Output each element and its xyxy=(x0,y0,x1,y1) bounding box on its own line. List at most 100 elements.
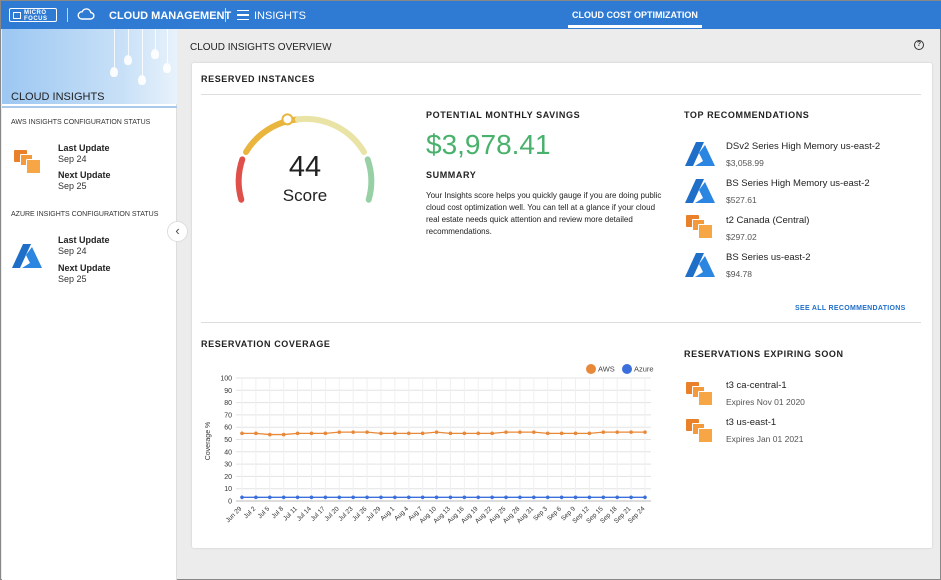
aws-last-update-label: Last Update xyxy=(58,143,110,153)
data-point xyxy=(365,495,369,500)
app-name[interactable]: CLOUD MANAGEMENT xyxy=(109,10,231,22)
x-tick-label: Jun 29 xyxy=(225,505,244,524)
x-tick-label: Jul 29 xyxy=(365,505,382,522)
y-tick-label: 30 xyxy=(224,462,232,469)
potential-savings-value: $3,978.41 xyxy=(426,129,551,160)
data-point xyxy=(629,430,633,434)
x-axis-ticks: Jun 29 Jul 2 Jul 5 Jul 8Jul 11Jul 14Jul 17J… xyxy=(225,505,647,525)
gauge-light-segment xyxy=(294,115,367,155)
aws-status-title: AWS INSIGHTS CONFIGURATION STATUS xyxy=(11,119,151,126)
data-point xyxy=(629,495,633,500)
data-point xyxy=(420,431,425,436)
recommendation-name[interactable]: DSv2 Series High Memory us-east-2 xyxy=(726,141,880,152)
collapse-sidebar-button[interactable]: ‹ xyxy=(167,221,188,242)
data-point xyxy=(532,495,536,500)
y-tick-label: 40 xyxy=(224,449,232,456)
expiring-item-name[interactable]: t3 ca-central-1 xyxy=(726,380,787,391)
y-tick-label: 20 xyxy=(224,474,232,481)
data-point xyxy=(393,431,397,436)
top-recommendations-title: TOP RECOMMENDATIONS xyxy=(684,110,810,120)
nav-insights[interactable]: INSIGHTS xyxy=(254,10,306,22)
reservation-coverage-title: RESERVATION COVERAGE xyxy=(201,339,331,349)
chevron-left-icon: ‹ xyxy=(175,223,180,238)
data-point xyxy=(323,431,328,436)
data-point xyxy=(587,495,592,500)
top-bar: MICRO FOCUS CLOUD MANAGEMENT INSIGHTS CL… xyxy=(1,1,941,29)
potential-savings-title: POTENTIAL MONTHLY SAVINGS xyxy=(426,110,581,120)
aws-next-update-value: Sep 25 xyxy=(58,181,87,191)
legend-marker xyxy=(622,364,632,374)
recommendation-name[interactable]: t2 Canada (Central) xyxy=(726,215,809,226)
data-point xyxy=(240,431,244,436)
data-point xyxy=(267,495,272,500)
question-circle-icon[interactable]: ? xyxy=(914,40,924,50)
section-divider xyxy=(201,322,921,323)
aws-boxes-icon xyxy=(686,215,716,241)
chart-grid xyxy=(236,377,651,502)
data-point xyxy=(448,431,453,436)
expiring-item-date: Expires Nov 01 2020 xyxy=(726,397,805,407)
chart-legend[interactable]: AWS Azure xyxy=(586,364,654,374)
score-value: 44 xyxy=(288,151,322,183)
x-tick-label: Jul 2 xyxy=(243,505,258,520)
data-point xyxy=(559,431,564,436)
recommendation-name[interactable]: BS Series us-east-2 xyxy=(726,252,810,263)
data-point xyxy=(420,495,425,500)
data-point xyxy=(406,495,411,500)
azure-next-update-value: Sep 25 xyxy=(58,274,87,284)
coverage-chart: 0102030405060708090100 Jun 29 Jul 2 Jul 5J… xyxy=(205,364,654,525)
see-all-recommendations-link[interactable]: SEE ALL RECOMMENDATIONS xyxy=(795,305,906,312)
hamburger-menu-icon[interactable] xyxy=(237,10,249,20)
expiring-item-date: Expires Jan 01 2021 xyxy=(726,434,804,444)
azure-last-update-label: Last Update xyxy=(58,235,110,245)
data-point xyxy=(351,430,355,434)
y-tick-label: 60 xyxy=(224,425,232,432)
azure-logo-icon xyxy=(685,179,715,203)
data-point xyxy=(504,430,508,434)
data-point xyxy=(434,495,439,500)
app-window: MICRO FOCUS CLOUD MANAGEMENT INSIGHTS CL… xyxy=(0,0,941,580)
legend-marker xyxy=(586,364,596,374)
azure-next-update-label: Next Update xyxy=(58,263,111,273)
score-label: Score xyxy=(282,186,328,205)
data-point xyxy=(490,431,494,436)
logo-text: MICRO FOCUS xyxy=(24,10,48,22)
micro-focus-logo[interactable]: MICRO FOCUS xyxy=(9,8,57,22)
y-axis-ticks: 0 10 20 30 40 50 60 70 80 90 100 xyxy=(220,376,232,506)
recommendation-price: $94.78 xyxy=(726,269,752,279)
recommendation-price: $3,058.99 xyxy=(726,158,764,168)
gauge-marker xyxy=(281,113,294,126)
data-point xyxy=(406,431,411,436)
section-divider xyxy=(201,94,921,95)
azure-last-update-value: Sep 24 xyxy=(58,246,87,256)
data-point xyxy=(504,495,508,500)
tab-cloud-cost-optimization[interactable]: CLOUD COST OPTIMIZATION xyxy=(572,10,698,20)
y-tick-label: 50 xyxy=(224,437,232,444)
y-tick-label: 0 xyxy=(228,499,232,506)
azure-logo-icon xyxy=(685,142,715,166)
y-axis-label: Coverage % xyxy=(205,422,212,461)
data-point xyxy=(518,495,522,500)
data-point xyxy=(601,430,606,434)
y-tick-label: 90 xyxy=(224,388,232,395)
data-point xyxy=(254,431,258,436)
expiring-item-name[interactable]: t3 us-east-1 xyxy=(726,417,776,428)
data-point xyxy=(615,430,620,434)
sidebar-hero-banner: CLOUD INSIGHTS xyxy=(2,29,177,104)
aws-last-update-value: Sep 24 xyxy=(58,154,87,164)
aws-boxes-icon xyxy=(14,150,44,176)
y-tick-label: 80 xyxy=(224,400,232,407)
data-point xyxy=(323,495,328,500)
sidebar: CLOUD INSIGHTS AWS INSIGHTS CONFIGURATIO… xyxy=(2,29,177,580)
data-point xyxy=(295,495,300,500)
data-point xyxy=(476,495,481,500)
data-point xyxy=(490,495,494,500)
header-divider xyxy=(225,8,226,22)
cloud-icon[interactable] xyxy=(77,7,95,21)
summary-title: SUMMARY xyxy=(426,170,477,180)
data-point xyxy=(448,495,453,500)
recommendation-name[interactable]: BS Series High Memory us-east-2 xyxy=(726,178,870,189)
aws-boxes-icon xyxy=(686,382,716,408)
series-line xyxy=(242,431,645,436)
x-tick-label: Sep 3 xyxy=(532,505,549,522)
